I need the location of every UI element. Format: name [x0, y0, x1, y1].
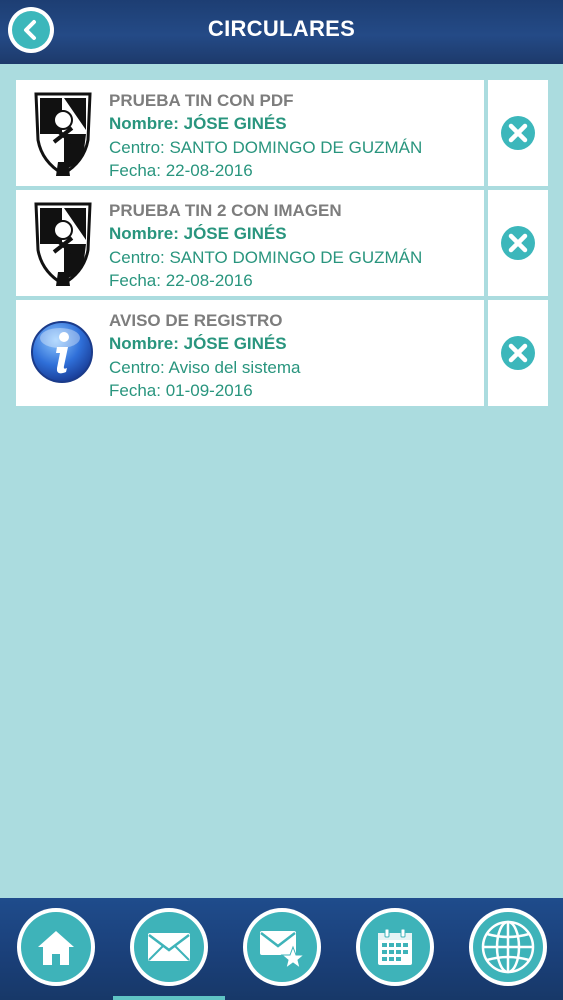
tab-mail-star[interactable]	[243, 908, 321, 986]
close-circle-icon	[501, 336, 535, 370]
globe-icon	[473, 912, 543, 982]
list-item: PRUEBA TIN CON PDF Nombre: JÓSE GINÉS Ce…	[16, 80, 548, 186]
circular-nombre: Nombre: JÓSE GINÉS	[109, 114, 287, 133]
circulares-list: PRUEBA TIN CON PDF Nombre: JÓSE GINÉS Ce…	[16, 80, 548, 410]
circular-centro: Centro: Aviso del sistema	[109, 358, 301, 377]
close-circle-icon	[501, 226, 535, 260]
tab-globe[interactable]	[469, 908, 547, 986]
circular-centro: Centro: SANTO DOMINGO DE GUZMÁN	[109, 248, 423, 267]
calendar-icon	[360, 912, 430, 982]
circular-text: PRUEBA TIN 2 CON IMAGEN Nombre: JÓSE GIN…	[109, 200, 422, 292]
circular-nombre: Nombre: JÓSE GINÉS	[109, 334, 287, 353]
dominican-shield-icon	[34, 202, 92, 286]
mail-star-icon	[247, 912, 317, 982]
circular-fecha: Fecha: 01-09-2016	[109, 381, 253, 400]
tab-calendar[interactable]	[356, 908, 434, 986]
circular-title: AVISO DE REGISTRO	[109, 311, 283, 330]
tab-mail[interactable]	[130, 908, 208, 986]
home-icon	[21, 912, 91, 982]
delete-button[interactable]	[488, 80, 548, 186]
page-title: CIRCULARES	[207, 16, 356, 41]
circular-fecha: Fecha: 22-08-2016	[109, 161, 253, 180]
circular-centro: Centro: SANTO DOMINGO DE GUZMÁN	[109, 138, 423, 157]
info-icon	[31, 321, 93, 383]
header-bar: CIRCULARES	[0, 0, 563, 64]
circular-nombre: Nombre: JÓSE GINÉS	[109, 224, 287, 243]
circular-card[interactable]: PRUEBA TIN 2 CON IMAGEN Nombre: JÓSE GIN…	[16, 190, 484, 296]
circular-title: PRUEBA TIN CON PDF	[109, 91, 294, 110]
active-tab-indicator	[113, 996, 225, 1000]
circular-card[interactable]: AVISO DE REGISTRO Nombre: JÓSE GINÉS Cen…	[16, 300, 484, 406]
list-item: PRUEBA TIN 2 CON IMAGEN Nombre: JÓSE GIN…	[16, 190, 548, 296]
mail-icon	[134, 912, 204, 982]
list-item: AVISO DE REGISTRO Nombre: JÓSE GINÉS Cen…	[16, 300, 548, 406]
delete-button[interactable]	[488, 300, 548, 406]
dominican-shield-icon	[34, 92, 92, 176]
tab-home[interactable]	[17, 908, 95, 986]
delete-button[interactable]	[488, 190, 548, 296]
bottom-tab-bar	[0, 898, 563, 1000]
close-circle-icon	[501, 116, 535, 150]
circular-text: PRUEBA TIN CON PDF Nombre: JÓSE GINÉS Ce…	[109, 90, 422, 182]
circular-fecha: Fecha: 22-08-2016	[109, 271, 253, 290]
circular-text: AVISO DE REGISTRO Nombre: JÓSE GINÉS Cen…	[109, 310, 301, 402]
circular-title: PRUEBA TIN 2 CON IMAGEN	[109, 201, 342, 220]
circular-card[interactable]: PRUEBA TIN CON PDF Nombre: JÓSE GINÉS Ce…	[16, 80, 484, 186]
